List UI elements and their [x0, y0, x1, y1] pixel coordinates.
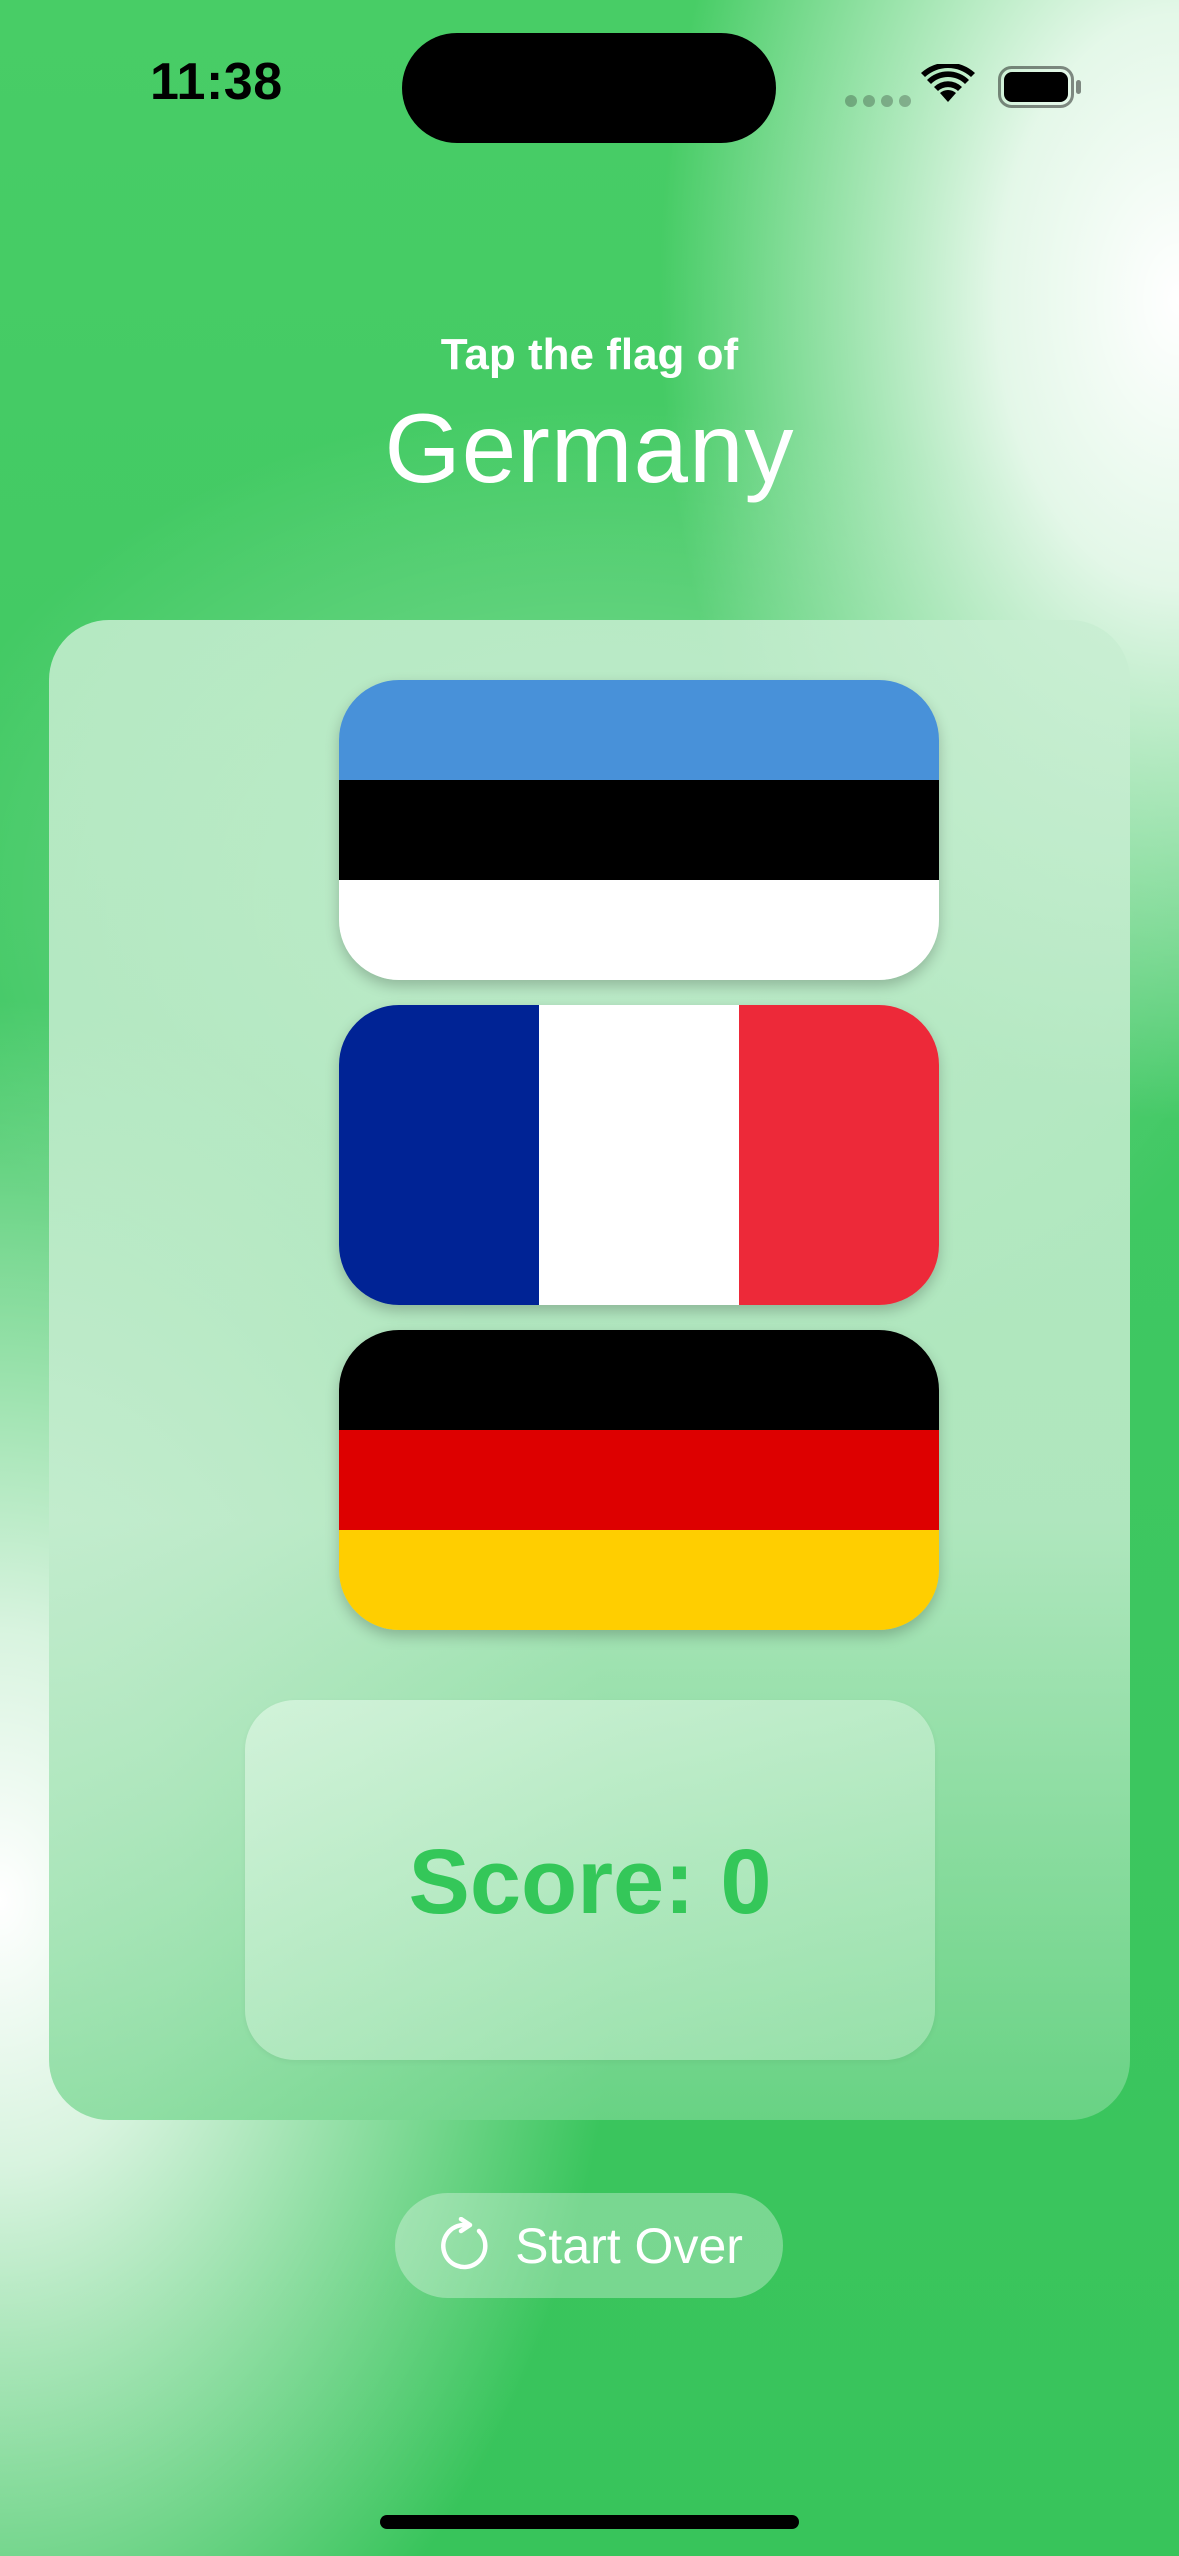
flag-stripe — [339, 879, 939, 980]
flag-stripe — [339, 1005, 540, 1305]
flag-stripe — [538, 1005, 739, 1305]
battery-icon — [998, 66, 1081, 108]
dynamic-island — [402, 33, 776, 143]
start-over-button[interactable]: Start Over — [395, 2193, 783, 2298]
prompt-text: Tap the flag of — [440, 330, 739, 379]
flag-stripe — [339, 1529, 939, 1630]
start-over-label: Start Over — [515, 2217, 743, 2274]
flag-stripe — [738, 1005, 939, 1305]
flag-stripe — [339, 1429, 939, 1530]
flag-button-france[interactable] — [339, 1005, 939, 1305]
flag-button-germany[interactable] — [339, 1330, 939, 1630]
flag-stripe — [339, 680, 939, 781]
flag-stripe — [339, 779, 939, 880]
score-label: Score: 0 — [408, 1831, 772, 1933]
restart-icon — [441, 2216, 488, 2269]
cellular-signal-icon — [845, 95, 911, 107]
status-time: 11:38 — [150, 53, 283, 111]
wifi-icon — [921, 64, 975, 102]
target-country: Germany — [384, 393, 795, 503]
flag-button-estonia[interactable] — [339, 680, 939, 980]
flag-stripe — [339, 1330, 939, 1431]
score-panel: Score: 0 — [245, 1700, 935, 2060]
home-indicator[interactable] — [380, 2515, 799, 2529]
